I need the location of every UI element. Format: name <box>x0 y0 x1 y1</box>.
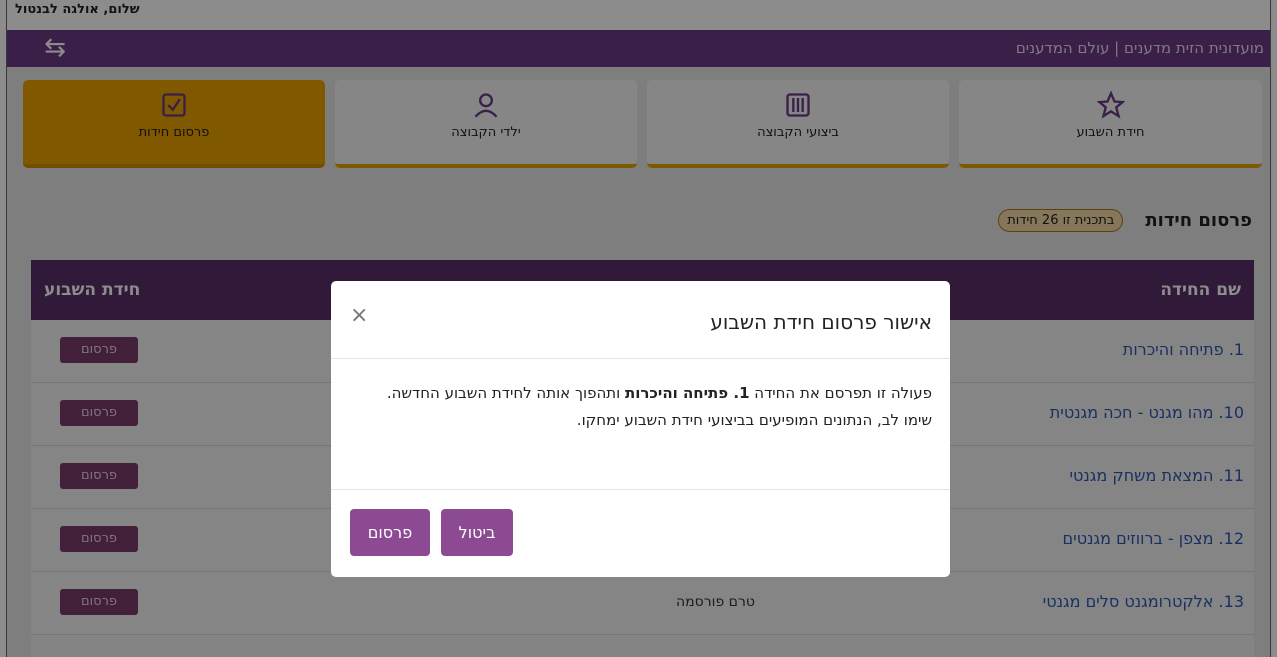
close-icon[interactable]: × <box>350 303 368 328</box>
dialog-header: אישור פרסום חידת השבוע × <box>331 281 950 359</box>
dialog-text-pre: פעולה זו תפרסם את החידה <box>749 384 932 402</box>
publish-button[interactable]: פרסום <box>350 509 430 556</box>
dialog-riddle-name: 1. פתיחה והיכרות <box>624 384 750 402</box>
dialog-footer: ביטול פרסום <box>331 490 950 576</box>
dialog-text-post: ותהפוך אותה לחידת השבוע החדשה. <box>386 384 625 402</box>
cancel-button[interactable]: ביטול <box>441 509 513 556</box>
dialog-body: פעולה זו תפרסם את החידה 1. פתיחה והיכרות… <box>331 359 950 490</box>
confirm-publish-dialog: אישור פרסום חידת השבוע × פעולה זו תפרסם … <box>331 281 950 577</box>
dialog-warning: שימו לב, הנתונים המופיעים בביצועי חידת ה… <box>576 411 932 429</box>
dialog-title: אישור פרסום חידת השבוע <box>710 310 932 334</box>
